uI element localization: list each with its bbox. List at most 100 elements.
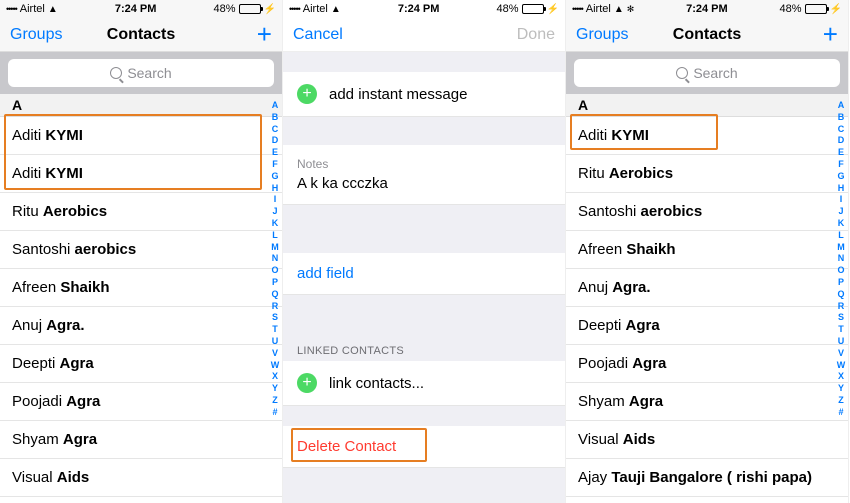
index-letter[interactable]: B	[838, 112, 845, 123]
index-letter[interactable]: M	[271, 242, 279, 253]
index-letter[interactable]: S	[838, 312, 844, 323]
index-letter[interactable]: U	[838, 336, 845, 347]
search-input[interactable]: Search	[574, 59, 840, 87]
index-letter[interactable]: D	[272, 135, 279, 146]
nav-bar: Groups Contacts +	[566, 18, 848, 52]
index-letter[interactable]: Y	[272, 383, 278, 394]
index-letter[interactable]: U	[272, 336, 279, 347]
battery-icon	[805, 4, 827, 14]
contact-row[interactable]: Ajay Tauji Bangalore ( rishi papa)	[0, 497, 282, 503]
index-letter[interactable]: X	[838, 371, 844, 382]
index-letter[interactable]: O	[271, 265, 278, 276]
index-letter[interactable]: H	[272, 183, 279, 194]
contact-row[interactable]: Ritu Aerobics	[0, 193, 282, 231]
index-letter[interactable]: V	[272, 348, 278, 359]
index-letter[interactable]: J	[838, 206, 843, 217]
plus-icon: +	[257, 19, 272, 49]
index-letter[interactable]: F	[272, 159, 278, 170]
index-letter[interactable]: A	[272, 100, 279, 111]
index-letter[interactable]: O	[837, 265, 844, 276]
add-field-row[interactable]: add field	[283, 253, 565, 295]
index-letter[interactable]: X	[272, 371, 278, 382]
done-button[interactable]: Done	[495, 26, 555, 44]
index-letter[interactable]: E	[272, 147, 278, 158]
index-letter[interactable]: I	[274, 194, 277, 205]
index-letter[interactable]: P	[838, 277, 844, 288]
contact-row[interactable]: Anuj Agra.	[566, 269, 848, 307]
index-letter[interactable]: G	[271, 171, 278, 182]
index-letter[interactable]: H	[838, 183, 845, 194]
contact-row[interactable]: Aditi KYMI	[0, 117, 282, 155]
groups-button[interactable]: Groups	[576, 26, 636, 44]
groups-button[interactable]: Groups	[10, 26, 70, 44]
index-letter[interactable]: P	[272, 277, 278, 288]
index-letter[interactable]: R	[838, 301, 845, 312]
index-letter[interactable]: R	[272, 301, 279, 312]
index-letter[interactable]: B	[272, 112, 279, 123]
index-letter[interactable]: E	[838, 147, 844, 158]
add-contact-button[interactable]: +	[778, 21, 838, 48]
contact-row[interactable]: Aditi KYMI	[0, 155, 282, 193]
nav-title: Contacts	[673, 26, 741, 44]
contact-row[interactable]: Shyam Agra	[566, 383, 848, 421]
index-letter[interactable]: Z	[838, 395, 844, 406]
index-letter[interactable]: L	[838, 230, 844, 241]
index-letter[interactable]: K	[272, 218, 279, 229]
link-contacts-row[interactable]: + link contacts...	[283, 361, 565, 406]
contact-row[interactable]: Poojadi Agra	[566, 345, 848, 383]
contact-row[interactable]: Shyam Agra	[0, 421, 282, 459]
contacts-list[interactable]: A Aditi KYMIAditi KYMIRitu AerobicsSanto…	[0, 94, 282, 503]
index-letter[interactable]: T	[838, 324, 844, 335]
search-wrap: Search	[0, 52, 282, 94]
index-letter[interactable]: Y	[838, 383, 844, 394]
index-letter[interactable]: Z	[272, 395, 278, 406]
contact-row[interactable]: Ajay Tauji Bangalore ( rishi papa)	[566, 459, 848, 497]
index-letter[interactable]: F	[838, 159, 844, 170]
contact-row[interactable]: Akarsh Nagpal	[566, 497, 848, 503]
delete-contact-row[interactable]: Delete Contact	[283, 426, 565, 468]
index-letter[interactable]: I	[840, 194, 843, 205]
index-letter[interactable]: G	[837, 171, 844, 182]
index-letter[interactable]: C	[838, 124, 845, 135]
nav-title: Contacts	[107, 26, 175, 44]
index-letter[interactable]: M	[837, 242, 845, 253]
contact-row[interactable]: Deepti Agra	[0, 345, 282, 383]
index-letter[interactable]: N	[272, 253, 279, 264]
contact-row[interactable]: Ritu Aerobics	[566, 155, 848, 193]
contact-row[interactable]: Poojadi Agra	[0, 383, 282, 421]
contact-row[interactable]: Anuj Agra.	[0, 307, 282, 345]
index-letter[interactable]: Q	[271, 289, 278, 300]
contact-row[interactable]: Afreen Shaikh	[0, 269, 282, 307]
index-letter[interactable]: J	[272, 206, 277, 217]
status-time: 7:24 PM	[341, 3, 497, 15]
index-letter[interactable]: L	[272, 230, 278, 241]
index-letter[interactable]: W	[271, 360, 280, 371]
index-letter[interactable]: W	[837, 360, 846, 371]
index-letter[interactable]: K	[838, 218, 845, 229]
notes-row[interactable]: Notes A k ka ccczka	[283, 145, 565, 205]
alpha-index[interactable]: ABCDEFGHIJKLMNOPQRSTUVWXYZ#	[269, 94, 281, 503]
contact-row[interactable]: Visual Aids	[566, 421, 848, 459]
contact-row[interactable]: Visual Aids	[0, 459, 282, 497]
contact-row[interactable]: Santoshi aerobics	[0, 231, 282, 269]
index-letter[interactable]: #	[272, 407, 277, 418]
index-letter[interactable]: Q	[837, 289, 844, 300]
contacts-list[interactable]: A Aditi KYMIRitu AerobicsSantoshi aerobi…	[566, 94, 848, 503]
index-letter[interactable]: N	[838, 253, 845, 264]
index-letter[interactable]: C	[272, 124, 279, 135]
alpha-index[interactable]: ABCDEFGHIJKLMNOPQRSTUVWXYZ#	[835, 94, 847, 503]
search-input[interactable]: Search	[8, 59, 274, 87]
index-letter[interactable]: S	[272, 312, 278, 323]
contact-row[interactable]: Afreen Shaikh	[566, 231, 848, 269]
contact-row[interactable]: Santoshi aerobics	[566, 193, 848, 231]
index-letter[interactable]: D	[838, 135, 845, 146]
index-letter[interactable]: T	[272, 324, 278, 335]
add-instant-message-row[interactable]: + add instant message	[283, 72, 565, 117]
add-contact-button[interactable]: +	[212, 21, 272, 48]
index-letter[interactable]: #	[838, 407, 843, 418]
contact-row[interactable]: Deepti Agra	[566, 307, 848, 345]
contact-row[interactable]: Aditi KYMI	[566, 117, 848, 155]
index-letter[interactable]: A	[838, 100, 845, 111]
cancel-button[interactable]: Cancel	[293, 26, 353, 44]
index-letter[interactable]: V	[838, 348, 844, 359]
